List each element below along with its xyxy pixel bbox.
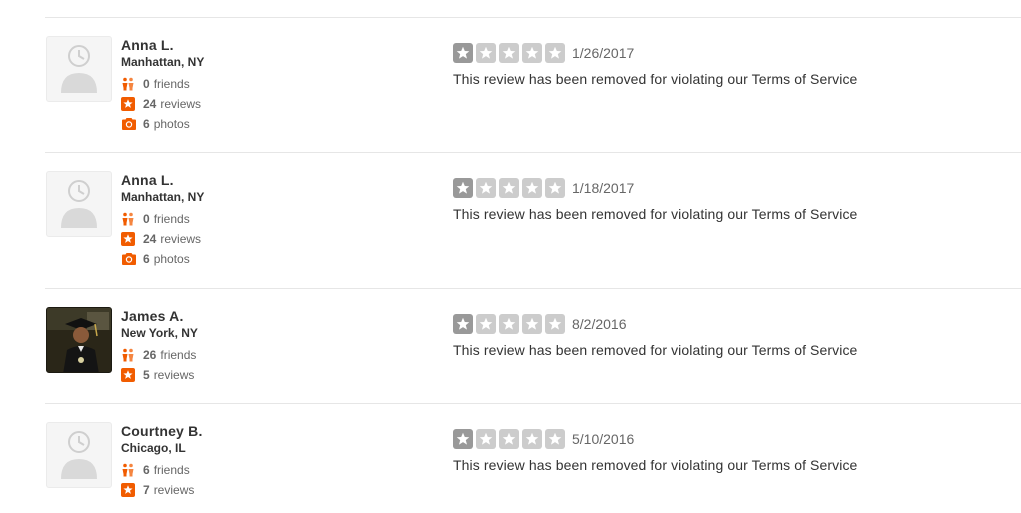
friend-count: 0 friends: [121, 209, 321, 229]
star-icon: [522, 429, 542, 449]
review-date: 1/18/2017: [572, 180, 635, 196]
review-item: Anna L. Manhattan, NY 0 friends 24 reviews…: [45, 153, 1021, 289]
review-text: This review has been removed for violati…: [453, 457, 858, 473]
rating-row: 1/26/2017: [453, 43, 857, 63]
review-item: Courtney B. Chicago, IL 6 friends 7 review…: [45, 404, 1021, 512]
review-list: Anna L. Manhattan, NY 0 friends 24 reviews…: [45, 17, 1021, 512]
default-avatar-icon[interactable]: [46, 422, 112, 488]
review-date: 5/10/2016: [572, 431, 635, 447]
user-location: New York, NY: [121, 326, 198, 340]
star-icon: [499, 178, 519, 198]
review-date: 8/2/2016: [572, 316, 627, 332]
star-icon: [453, 178, 473, 198]
star-icon: [499, 429, 519, 449]
reviews-star-icon: [121, 368, 135, 382]
star-icon: [476, 429, 496, 449]
reviews-star-icon: [121, 97, 135, 111]
review-count: 5 reviews: [121, 365, 321, 385]
star-icon: [522, 178, 542, 198]
friend-count: 26 friends: [121, 345, 321, 365]
star-icon: [522, 314, 542, 334]
rating-row: 8/2/2016: [453, 314, 857, 334]
star-icon: [453, 314, 473, 334]
star-icon: [453, 429, 473, 449]
review-date: 1/26/2017: [572, 45, 635, 61]
user-passport: Anna L. Manhattan, NY 0 friends 24 reviews…: [121, 171, 321, 269]
user-location: Manhattan, NY: [121, 55, 205, 69]
user-passport: James A. New York, NY 26 friends 5 reviews: [121, 307, 321, 385]
star-icon: [499, 314, 519, 334]
user-name-link[interactable]: Anna L.: [121, 36, 321, 54]
review-item: Anna L. Manhattan, NY 0 friends 24 reviews…: [45, 18, 1021, 153]
star-icon: [545, 178, 565, 198]
star-rating: [453, 43, 568, 63]
user-name-link[interactable]: James A.: [121, 307, 321, 325]
user-photo-image: [47, 308, 111, 372]
star-icon: [499, 43, 519, 63]
review-text: This review has been removed for violati…: [453, 342, 858, 358]
reviews-star-icon: [121, 483, 135, 497]
review-text: This review has been removed for violati…: [453, 206, 858, 222]
star-icon: [545, 429, 565, 449]
review-count: 24 reviews: [121, 94, 321, 114]
star-icon: [476, 314, 496, 334]
friends-icon: [121, 77, 135, 91]
user-passport: Courtney B. Chicago, IL 6 friends 7 review…: [121, 422, 321, 500]
reviews-star-icon: [121, 232, 135, 246]
star-rating: [453, 178, 568, 198]
rating-row: 1/18/2017: [453, 178, 857, 198]
user-location: Manhattan, NY: [121, 190, 205, 204]
photo-count: 6 photos: [121, 249, 321, 269]
review-content: 8/2/2016 This review has been removed fo…: [453, 314, 857, 359]
review-content: 5/10/2016 This review has been removed f…: [453, 429, 857, 474]
friends-icon: [121, 212, 135, 226]
user-name-link[interactable]: Anna L.: [121, 171, 321, 189]
review-content: 1/18/2017 This review has been removed f…: [453, 178, 857, 223]
photo-count: 6 photos: [121, 114, 321, 134]
star-rating: [453, 314, 568, 334]
review-text: This review has been removed for violati…: [453, 71, 858, 87]
star-icon: [476, 178, 496, 198]
user-location: Chicago, IL: [121, 441, 186, 455]
camera-icon: [121, 252, 136, 266]
review-content: 1/26/2017 This review has been removed f…: [453, 43, 857, 88]
star-icon: [453, 43, 473, 63]
friend-count: 6 friends: [121, 460, 321, 480]
friends-icon: [121, 348, 135, 362]
review-item: James A. New York, NY 26 friends 5 reviews…: [45, 289, 1021, 404]
star-icon: [522, 43, 542, 63]
default-avatar-icon[interactable]: [46, 171, 112, 237]
review-count: 24 reviews: [121, 229, 321, 249]
star-icon: [476, 43, 496, 63]
star-icon: [545, 314, 565, 334]
friend-count: 0 friends: [121, 74, 321, 94]
rating-row: 5/10/2016: [453, 429, 857, 449]
star-rating: [453, 429, 568, 449]
friends-icon: [121, 463, 135, 477]
camera-icon: [121, 117, 136, 131]
user-photo[interactable]: [46, 307, 112, 373]
default-avatar-icon[interactable]: [46, 36, 112, 102]
review-count: 7 reviews: [121, 480, 321, 500]
user-name-link[interactable]: Courtney B.: [121, 422, 321, 440]
star-icon: [545, 43, 565, 63]
user-passport: Anna L. Manhattan, NY 0 friends 24 reviews…: [121, 36, 321, 134]
